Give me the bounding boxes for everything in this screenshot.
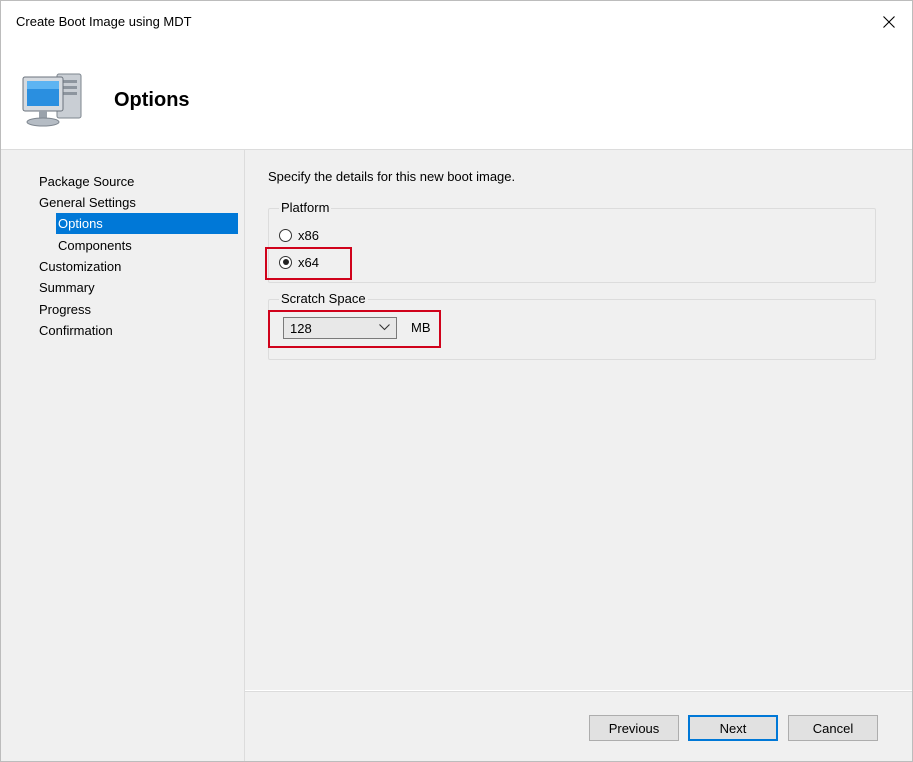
x64-highlight-box — [265, 247, 352, 280]
scratch-highlight-box — [268, 310, 441, 348]
nav-item-confirmation[interactable]: Confirmation — [39, 320, 113, 341]
cancel-button[interactable]: Cancel — [788, 715, 878, 741]
platform-group-label: Platform — [279, 200, 332, 215]
wizard-header: Options — [1, 43, 912, 150]
wizard-steps-nav: Package Source General Settings Options … — [1, 150, 245, 761]
wizard-window: Create Boot Image using MDT Options Pack… — [0, 0, 913, 762]
nav-item-package-source[interactable]: Package Source — [39, 171, 134, 192]
computer-icon — [22, 73, 82, 127]
wizard-footer: Previous Next Cancel — [245, 690, 912, 761]
radio-x86-button[interactable] — [279, 228, 292, 242]
nav-item-customization[interactable]: Customization — [39, 256, 121, 277]
nav-item-summary[interactable]: Summary — [39, 277, 95, 298]
footer-divider — [245, 691, 912, 692]
wizard-content: Specify the details for this new boot im… — [245, 150, 912, 690]
title-bar: Create Boot Image using MDT — [1, 1, 912, 43]
previous-button[interactable]: Previous — [589, 715, 679, 741]
close-button[interactable] — [866, 1, 912, 43]
platform-group: Platform x86 x64 — [268, 200, 876, 283]
close-icon — [883, 16, 895, 28]
nav-item-options[interactable]: Options — [56, 213, 238, 234]
nav-item-components[interactable]: Components — [56, 235, 238, 256]
instruction-text: Specify the details for this new boot im… — [268, 169, 516, 184]
next-button[interactable]: Next — [688, 715, 778, 741]
radio-x86-label[interactable]: x86 — [298, 228, 319, 243]
window-title: Create Boot Image using MDT — [16, 14, 192, 29]
page-title: Options — [114, 89, 190, 111]
nav-item-general-settings[interactable]: General Settings — [39, 192, 136, 213]
scratch-space-group-label: Scratch Space — [279, 291, 368, 306]
radio-x86[interactable]: x86 — [279, 225, 319, 245]
nav-item-progress[interactable]: Progress — [39, 299, 91, 320]
